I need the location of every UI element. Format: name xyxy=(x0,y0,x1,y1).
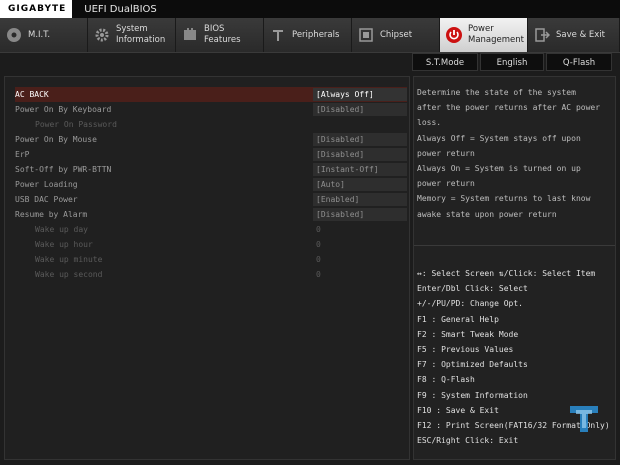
key-line: Enter/Dbl Click: Select xyxy=(417,284,528,294)
power-icon xyxy=(444,25,464,45)
setting-label: Soft-Off by PWR-BTTN xyxy=(15,165,112,174)
qflash-button[interactable]: Q-Flash xyxy=(546,53,612,71)
setting-label: Power On By Keyboard xyxy=(15,105,112,114)
setting-row-usb-dac-power[interactable]: USB DAC Power [Enabled] xyxy=(15,192,407,207)
setting-label: USB DAC Power xyxy=(15,195,78,204)
setting-row-wake-up-hour: Wake up hour 0 xyxy=(15,237,407,252)
setting-value[interactable]: [Disabled] xyxy=(313,208,407,221)
tab-system-information[interactable]: System Information xyxy=(88,18,176,52)
setting-label: Wake up day xyxy=(35,225,88,234)
help-description: Determine the state of the system after … xyxy=(417,85,613,222)
tab-label: M.I.T. xyxy=(28,29,51,40)
key-line: F2 : Smart Tweak Mode xyxy=(417,329,519,339)
setting-row-erp[interactable]: ErP [Disabled] xyxy=(15,147,407,162)
setting-row-wake-up-day: Wake up day 0 xyxy=(15,222,407,237)
setting-label: Wake up hour xyxy=(35,240,93,249)
setting-label: Power On By Mouse xyxy=(15,135,97,144)
tab-label: Chipset xyxy=(380,29,413,40)
chipset-icon xyxy=(356,25,376,45)
tab-power-management[interactable]: Power Management xyxy=(440,18,528,52)
main-tab-bar: M.I.T. System Information BIOS Features … xyxy=(0,18,620,53)
setting-value[interactable]: [Auto] xyxy=(313,178,407,191)
setting-row-power-on-by-keyboard[interactable]: Power On By Keyboard [Disabled] xyxy=(15,102,407,117)
tab-label: BIOS Features xyxy=(204,24,241,45)
setting-row-ac-back[interactable]: AC BACK [Always Off] xyxy=(15,87,407,102)
key-line: +/-/PU/PD: Change Opt. xyxy=(417,299,523,309)
key-line: F5 : Previous Values xyxy=(417,345,514,355)
setting-value[interactable]: [Instant-Off] xyxy=(313,163,407,176)
help-line: Always Off = System stays off upon xyxy=(417,133,581,143)
title-bar: GIGABYTE UEFI DualBIOS xyxy=(0,0,620,18)
bios-chip-icon xyxy=(180,25,200,45)
setting-row-power-on-password: Power On Password xyxy=(15,117,407,132)
key-line: F1 : General Help xyxy=(417,314,499,324)
st-mode-button[interactable]: S.T.Mode xyxy=(412,53,478,71)
help-line: after the power returns after AC power xyxy=(417,103,601,113)
peripherals-icon xyxy=(268,25,288,45)
setting-label: AC BACK xyxy=(15,90,49,99)
setting-row-wake-up-second: Wake up second 0 xyxy=(15,267,407,282)
settings-panel: AC BACK [Always Off] Power On By Keyboar… xyxy=(4,76,410,460)
tab-label: Peripherals xyxy=(292,29,340,40)
setting-label: Power Loading xyxy=(15,180,78,189)
help-line: Determine the state of the system xyxy=(417,88,576,97)
mit-disc-icon xyxy=(4,25,24,45)
setting-row-resume-by-alarm[interactable]: Resume by Alarm [Disabled] xyxy=(15,207,407,222)
tab-label: Power Management xyxy=(468,24,524,45)
setting-value[interactable]: [Always Off] xyxy=(313,88,407,101)
setting-value[interactable]: [Disabled] xyxy=(313,148,407,161)
key-line: F7 : Optimized Defaults xyxy=(417,360,528,370)
setting-value: 0 xyxy=(316,225,321,234)
tab-mit[interactable]: M.I.T. xyxy=(0,18,88,52)
setting-value: 0 xyxy=(316,270,321,279)
tab-bios-features[interactable]: BIOS Features xyxy=(176,18,264,52)
setting-label: Wake up second xyxy=(35,270,103,279)
setting-label: ErP xyxy=(15,150,30,159)
setting-row-wake-up-minute: Wake up minute 0 xyxy=(15,252,407,267)
help-line: power return xyxy=(417,148,475,158)
setting-row-power-loading[interactable]: Power Loading [Auto] xyxy=(15,177,407,192)
quick-buttons-row: S.T.Mode English Q-Flash xyxy=(0,53,620,71)
setting-value[interactable]: [Disabled] xyxy=(313,133,407,146)
setting-label: Wake up minute xyxy=(35,255,103,264)
setting-label: Resume by Alarm xyxy=(15,210,88,219)
setting-value: 0 xyxy=(316,240,321,249)
gear-icon xyxy=(92,25,112,45)
help-line: loss. xyxy=(417,118,442,128)
exit-arrow-icon xyxy=(532,25,552,45)
key-line: F8 : Q-Flash xyxy=(417,375,475,385)
tab-peripherals[interactable]: Peripherals xyxy=(264,18,352,52)
key-line: ↔: Select Screen ⇅/Click: Select Item xyxy=(417,269,596,278)
gigabyte-logo: GIGABYTE xyxy=(0,0,73,18)
app-title: UEFI DualBIOS xyxy=(84,3,157,15)
help-line: power return xyxy=(417,179,475,189)
tab-chipset[interactable]: Chipset xyxy=(352,18,440,52)
setting-value[interactable]: [Disabled] xyxy=(313,103,407,116)
setting-value[interactable]: [Enabled] xyxy=(313,193,407,206)
language-button[interactable]: English xyxy=(480,53,544,71)
setting-value: 0 xyxy=(316,255,321,264)
watermark-logo-icon xyxy=(570,406,598,432)
help-line: Memory = System returns to last know xyxy=(417,194,591,204)
tab-save-exit[interactable]: Save & Exit xyxy=(528,18,620,52)
setting-row-soft-off-by-pwr-bttn[interactable]: Soft-Off by PWR-BTTN [Instant-Off] xyxy=(15,162,407,177)
help-line: awake state upon power return xyxy=(417,209,557,219)
setting-row-power-on-by-mouse[interactable]: Power On By Mouse [Disabled] xyxy=(15,132,407,147)
tab-label: System Information xyxy=(116,24,166,45)
help-line: Always On = System is turned on up xyxy=(417,164,581,174)
tab-label: Save & Exit xyxy=(556,29,605,40)
setting-label: Power On Password xyxy=(35,120,117,129)
help-divider xyxy=(414,245,615,246)
